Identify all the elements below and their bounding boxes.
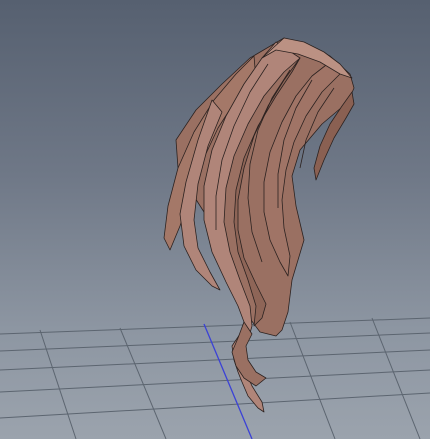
viewport-canvas[interactable] [0, 0, 430, 439]
ground-grid [0, 317, 430, 439]
hair-model[interactable] [163, 37, 355, 413]
3d-viewport[interactable] [0, 0, 430, 439]
